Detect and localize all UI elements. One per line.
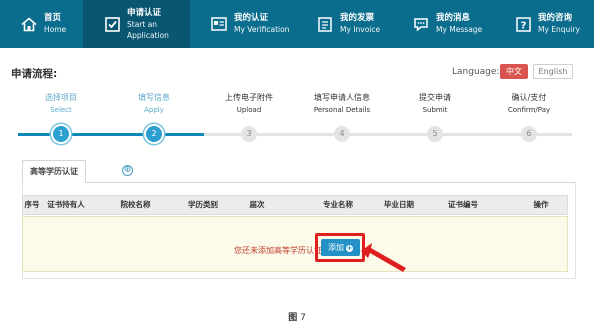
step-label-en: Personal Details [313, 106, 371, 114]
nav-item-start-application[interactable]: 申请认证 Start an Application [83, 0, 190, 48]
nav-label-zh: 我的发票 [340, 13, 375, 23]
step-label-zh: 选择项目 [45, 93, 77, 102]
plus-circle-icon: + [346, 244, 353, 252]
step-label-zh: 填写信息 [138, 93, 170, 102]
nav-label-zh: 申请认证 [127, 7, 162, 18]
step-label-en: Submit [422, 106, 448, 114]
table-header: 序号 证书持有人 院校名称 学历类别 届次 专业名称 毕业日期 证书编号 操作 [22, 195, 568, 215]
figure-label: 图 [288, 313, 298, 323]
column-header: 证书持有人 [47, 200, 85, 209]
nav-label-en: Home [44, 25, 67, 34]
invoice-icon [316, 16, 334, 32]
nav-label-en: My Message [436, 25, 483, 34]
nav-label-zh: 首页 [44, 13, 62, 23]
step-label-confirm-pay: 确认/支付 Confirm/Pay [489, 92, 569, 116]
nav-label-en: Start an Application [127, 19, 169, 40]
step-label-en: Apply [144, 106, 164, 114]
step-label-en: Upload [236, 106, 262, 114]
column-header: 毕业日期 [384, 200, 414, 209]
home-icon [20, 16, 38, 32]
nav-label-zh: 我的消息 [436, 13, 471, 23]
page-title: 申请流程: [11, 68, 58, 80]
step-circle-5: 5 [427, 126, 443, 142]
progress-track-done [18, 133, 204, 136]
step-label-zh: 确认/支付 [511, 93, 547, 102]
empty-message: 您还未添加高等学历认证! [234, 246, 326, 255]
column-header: 学历类别 [188, 200, 218, 209]
step-label-submit: 提交申请 Submit [395, 92, 475, 116]
step-circle-1: 1 [53, 126, 69, 142]
nav-item-my-message[interactable]: 我的消息 My Message [392, 0, 494, 48]
column-header: 序号 [24, 200, 40, 209]
tab-higher-education[interactable]: 高等学历认证 [22, 160, 86, 183]
add-tab-icon[interactable]: ⊕ [122, 165, 133, 176]
step-label-zh: 上传电子附件 [225, 93, 273, 102]
nav-item-my-verification[interactable]: 我的认证 My Verification [190, 0, 296, 48]
step-label-upload: 上传电子附件 Upload [209, 92, 289, 116]
checkbox-icon [103, 16, 121, 32]
nav-item-my-invoice[interactable]: 我的发票 My Invoice [296, 0, 392, 48]
nav-item-home[interactable]: 首页 Home [0, 0, 83, 48]
certificate-icon [210, 16, 228, 32]
top-nav: 首页 Home 申请认证 Start an Application 我的认证 M… [0, 0, 594, 48]
figure-caption: 图 7 [0, 310, 594, 323]
step-label-zh: 填写申请人信息 [314, 93, 370, 102]
step-circle-3: 3 [241, 126, 257, 142]
language-label: Language: [452, 67, 500, 77]
column-header: 院校名称 [120, 200, 151, 209]
pointer-arrow-icon [361, 243, 406, 272]
nav-label-en: My Verification [234, 25, 290, 34]
step-circle-4: 4 [334, 126, 350, 142]
language-en-button[interactable]: English [533, 64, 573, 79]
step-label-apply: 填写信息 Apply [114, 92, 194, 116]
nav-item-my-enquiry[interactable]: ? 我的咨询 My Enquiry [494, 0, 594, 48]
step-circle-6: 6 [521, 126, 537, 142]
add-button-label: 添加 [328, 243, 344, 252]
step-label-personal-details: 填写申请人信息 Personal Details [302, 92, 382, 116]
language-zh-button[interactable]: 中文 [500, 64, 528, 79]
column-header: 届次 [249, 200, 265, 209]
step-label-select: 选择项目 Select [21, 92, 101, 116]
nav-label-en: My Invoice [340, 25, 381, 34]
figure-number: 7 [300, 313, 306, 323]
message-icon [412, 16, 430, 32]
add-button[interactable]: 添加 + [321, 239, 360, 256]
step-circle-2: 2 [146, 126, 162, 142]
nav-label-zh: 我的认证 [234, 13, 269, 23]
column-header: 证书编号 [448, 200, 478, 209]
nav-label-zh: 我的咨询 [538, 13, 573, 23]
question-icon: ? [514, 16, 532, 32]
step-label-en: Confirm/Pay [507, 106, 551, 114]
empty-table-row [22, 216, 568, 272]
step-label-zh: 提交申请 [419, 93, 451, 102]
nav-label-en: My Enquiry [538, 25, 580, 34]
progress-track-remaining [204, 133, 572, 136]
svg-text:?: ? [520, 20, 526, 31]
step-label-en: Select [50, 106, 72, 114]
column-header: 操作 [533, 200, 549, 209]
